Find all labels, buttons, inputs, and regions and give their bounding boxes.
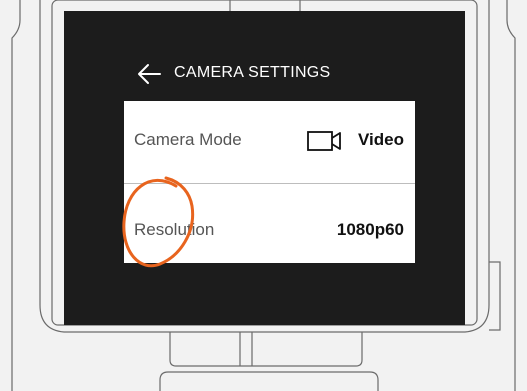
camera-mode-row[interactable]: Camera Mode Video	[124, 101, 415, 183]
arrow-left-icon[interactable]	[136, 62, 162, 86]
video-camera-icon	[307, 131, 341, 151]
resolution-value: 1080p60	[336, 220, 404, 239]
camera-mode-label: Camera Mode	[134, 130, 242, 149]
camera-mode-value: Video	[358, 130, 404, 149]
display-screen: CAMERA SETTINGS Camera Mode Video Resolu…	[124, 47, 415, 263]
resolution-label: Resolution	[134, 220, 215, 239]
settings-header: CAMERA SETTINGS	[124, 47, 415, 101]
resolution-row[interactable]: Resolution 1080p60	[124, 184, 415, 263]
page-title: CAMERA SETTINGS	[174, 64, 331, 81]
